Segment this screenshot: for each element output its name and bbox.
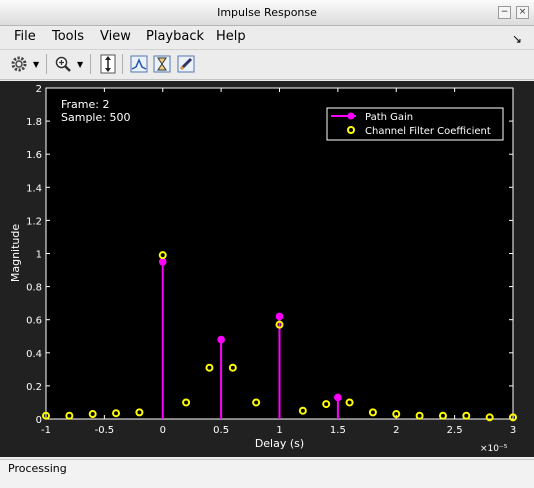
toolbar-separator	[46, 54, 47, 74]
window-title: Impulse Response	[217, 6, 317, 19]
x-tick-label: 1.5	[330, 425, 346, 436]
frame-text: Frame: 2	[61, 98, 109, 111]
toolbar-separator	[90, 54, 91, 74]
x-axis-label: Delay (s)	[255, 437, 304, 450]
legend-filter-coef-label: Channel Filter Coefficient	[365, 126, 491, 137]
y-tick-label: 1.8	[26, 117, 42, 128]
dropdown-arrow-icon[interactable]: ▼	[33, 60, 39, 69]
path-gain-point	[275, 312, 284, 321]
impulse-response-chart: 00.20.40.60.811.21.41.61.82 -1 -0.5 0 0.5 1 1…	[9, 84, 517, 454]
spectrum-icon[interactable]	[128, 53, 150, 75]
menu-tools[interactable]: Tools	[52, 29, 84, 44]
hourglass-icon[interactable]	[151, 53, 173, 75]
x-tick-label: 1	[276, 425, 282, 436]
menu-file[interactable]: File	[14, 29, 36, 44]
y-tick-label: 0.8	[26, 283, 42, 294]
y-axis-label: Magnitude	[9, 224, 22, 283]
x-tick-label: 0.5	[213, 425, 229, 436]
status-text: Processing	[8, 462, 67, 475]
y-tick-label: 1	[36, 250, 42, 261]
path-gain-point	[217, 335, 225, 344]
y-tick-label: 2	[36, 84, 42, 95]
close-button[interactable]: ×	[516, 6, 529, 19]
sample-text: Sample: 500	[61, 111, 130, 124]
autoscale-vertical-icon[interactable]	[97, 53, 119, 75]
legend-path-gain-label: Path Gain	[365, 112, 413, 123]
menu-help[interactable]: Help	[216, 29, 246, 44]
x-tick-label: 3	[510, 425, 516, 436]
x-tick-label: -1	[41, 425, 51, 436]
zoom-in-icon[interactable]	[52, 53, 74, 75]
dock-arrow-icon[interactable]: ↘	[512, 32, 522, 46]
path-gain-point	[334, 393, 342, 402]
edit-pencil-icon[interactable]	[175, 53, 197, 75]
menu-playback[interactable]: Playback	[146, 29, 204, 44]
x-exponent-label: ×10⁻⁵	[480, 444, 508, 454]
status-bar	[0, 459, 534, 488]
x-tick-label: 0	[160, 425, 166, 436]
y-tick-label: 1.2	[26, 216, 42, 227]
y-tick-label: 1.4	[26, 183, 42, 194]
y-tick-label: 0.6	[26, 316, 42, 327]
legend-path-gain-marker	[347, 112, 355, 120]
menu-view[interactable]: View	[100, 29, 131, 44]
x-tick-label: 2.5	[447, 425, 463, 436]
y-tick-label: 1.6	[26, 150, 42, 161]
dropdown-arrow-icon[interactable]: ▼	[77, 60, 83, 69]
gear-icon[interactable]	[8, 53, 30, 75]
minimize-button[interactable]: −	[498, 6, 511, 19]
toolbar-separator	[122, 54, 123, 74]
y-tick-label: 0.4	[26, 349, 42, 360]
x-tick-label: 2	[393, 425, 399, 436]
y-tick-label: 0.2	[26, 382, 42, 393]
x-tick-label: -0.5	[95, 425, 115, 436]
